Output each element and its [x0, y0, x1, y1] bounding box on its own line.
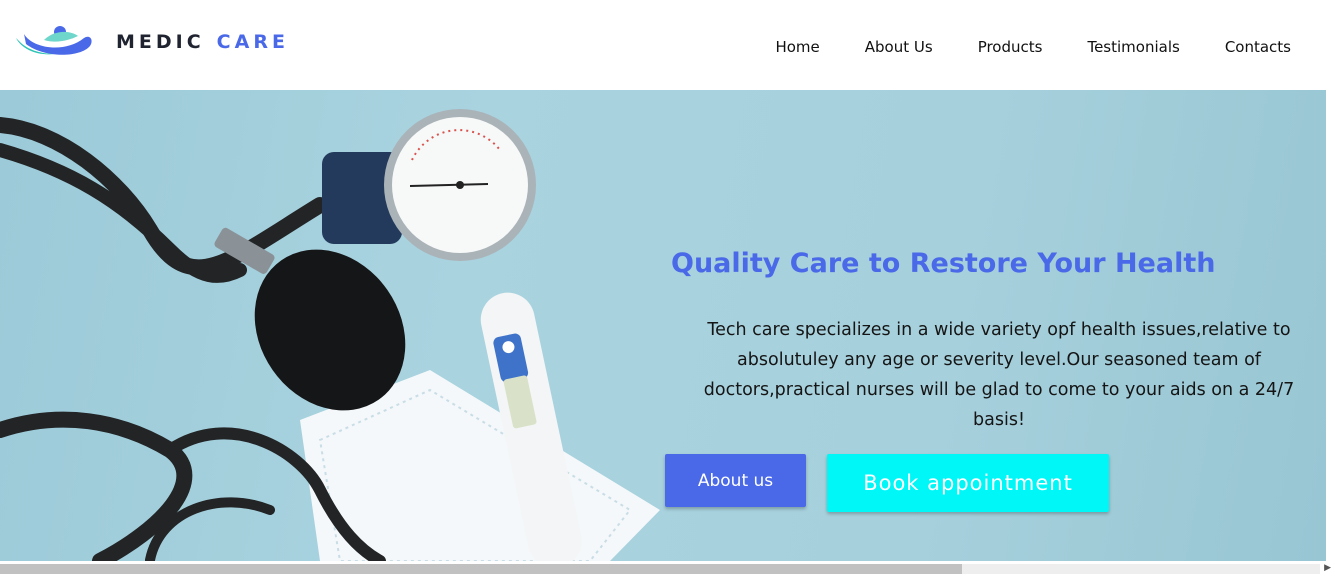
brand-name: MEDIC CARE	[116, 31, 289, 53]
about-us-button[interactable]: About us	[665, 454, 806, 507]
brand-name-part2: CARE	[216, 31, 289, 53]
brand-name-part1: MEDIC	[116, 31, 205, 53]
stethoscope-blood-pressure-thermometer-image	[0, 109, 660, 561]
right-arrow-icon[interactable]: ▶	[1324, 563, 1331, 573]
hero-section: Quality Care to Restore Your Health Tech…	[0, 90, 1326, 561]
pressure-gauge	[322, 109, 536, 261]
brand-logo[interactable]: MEDIC CARE	[14, 22, 344, 62]
main-nav: Home About Us Products Testimonials Cont…	[730, 38, 1291, 56]
hero-title: Quality Care to Restore Your Health	[671, 248, 1216, 279]
horizontal-scrollbar[interactable]: ▶	[0, 561, 1335, 577]
scrollbar-track[interactable]	[962, 564, 1320, 574]
nav-home[interactable]: Home	[775, 38, 819, 56]
nav-products[interactable]: Products	[978, 38, 1043, 56]
heart-hands-icon	[16, 26, 92, 55]
nav-testimonials[interactable]: Testimonials	[1087, 38, 1179, 56]
scrollbar-thumb[interactable]	[0, 564, 962, 574]
nav-contacts[interactable]: Contacts	[1225, 38, 1291, 56]
hero-description: Tech care specializes in a wide variety …	[703, 320, 1295, 430]
book-appointment-button[interactable]: Book appointment	[827, 454, 1109, 512]
nav-about-us[interactable]: About Us	[865, 38, 933, 56]
site-header: MEDIC CARE Home About Us Products Testimo…	[0, 0, 1335, 90]
vertical-scrollbar[interactable]	[1326, 90, 1335, 561]
